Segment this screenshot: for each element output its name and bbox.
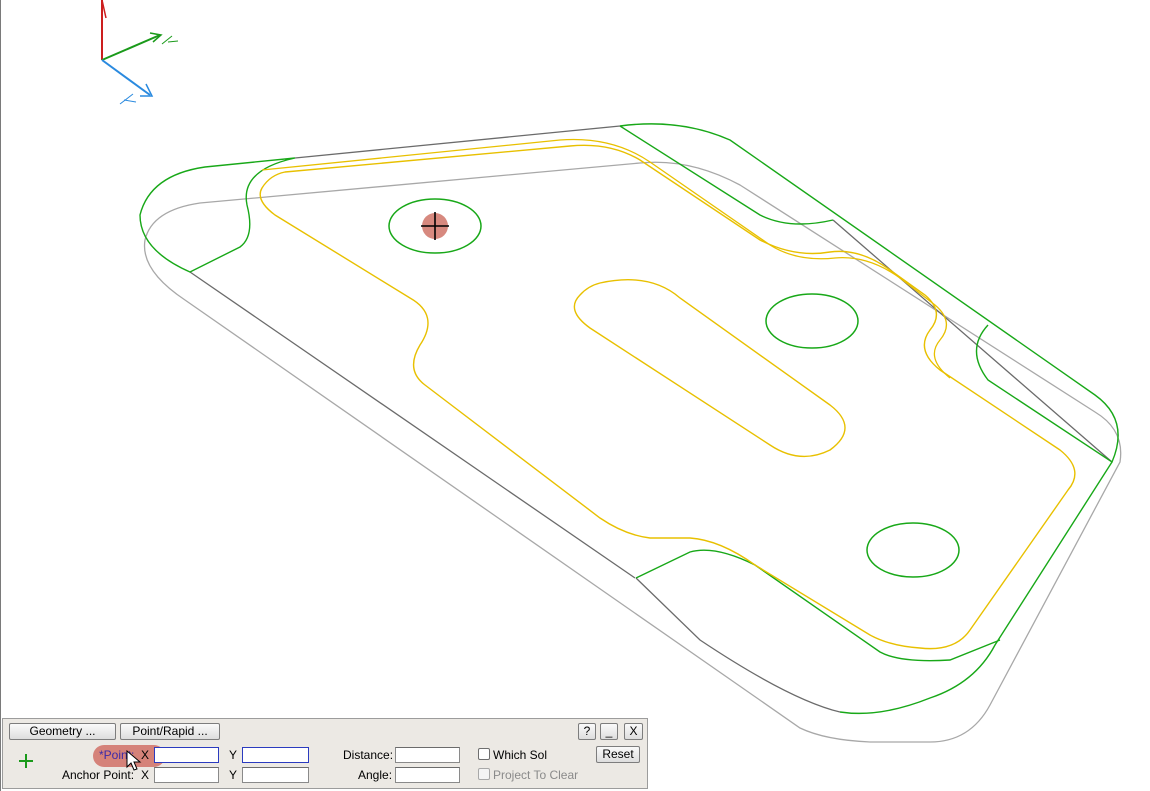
anchor-y-label: Y (229, 768, 238, 782)
point-x-input[interactable] (154, 747, 219, 763)
help-button[interactable]: ? (578, 723, 596, 740)
reset-button[interactable]: Reset (596, 746, 640, 763)
point-rapid-button[interactable]: Point/Rapid ... (120, 723, 220, 740)
anchor-x-input[interactable] (154, 767, 219, 783)
distance-input[interactable] (395, 747, 460, 763)
y-axis (101, 34, 161, 61)
hole-3[interactable] (866, 522, 960, 578)
crosshair-cursor-icon (421, 212, 449, 240)
point-y-label: Y (229, 748, 238, 762)
axis-triad (101, 0, 179, 105)
x-axis (101, 59, 151, 96)
project-to-clear-label: Project To Clear (493, 768, 579, 782)
angle-input[interactable] (395, 767, 460, 783)
angle-label: Angle: (358, 768, 393, 782)
distance-label: Distance: (343, 748, 394, 762)
viewport-left-border (0, 0, 1, 791)
graphics-viewport[interactable] (0, 0, 1150, 791)
geometry-button[interactable]: Geometry ... (9, 723, 116, 740)
point-input-panel: Geometry ... Point/Rapid ... ? _ X *Poin… (2, 718, 648, 789)
which-sol-checkbox[interactable] (478, 748, 490, 760)
slot-contour (573, 279, 846, 458)
part-top-outline (189, 271, 841, 713)
green-round-bottom (635, 461, 1113, 715)
point-x-label: X (141, 748, 150, 762)
anchor-y-input[interactable] (242, 767, 309, 783)
anchor-point-label: Anchor Point: (62, 768, 135, 782)
part-bottom-outline (143, 161, 1122, 743)
point-y-input[interactable] (242, 747, 309, 763)
green-round-top (619, 123, 1119, 464)
minimize-button[interactable]: _ (600, 723, 618, 740)
project-to-clear-checkbox[interactable] (478, 768, 490, 780)
which-sol-label: Which Sol (493, 748, 548, 762)
yellow-offset-contour (259, 144, 1076, 650)
close-button[interactable]: X (624, 723, 643, 740)
anchor-x-label: X (141, 768, 150, 782)
hole-2[interactable] (765, 293, 859, 349)
mouse-pointer-icon (126, 750, 142, 771)
crosshair-pick-icon (19, 754, 33, 768)
